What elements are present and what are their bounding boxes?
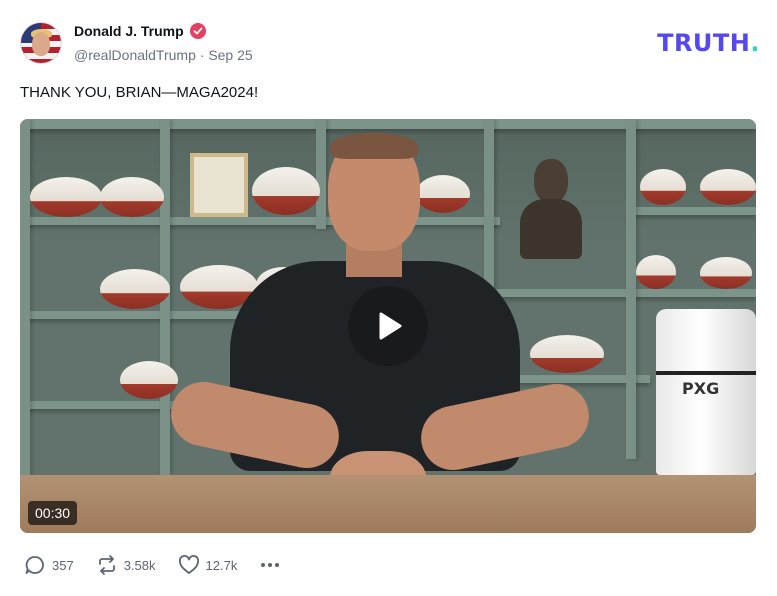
subject-hair: [330, 133, 418, 159]
author-name-row: Donald J. Trump: [74, 23, 206, 39]
reply-icon: [25, 556, 44, 574]
post-text: THANK YOU, BRIAN—MAGA2024!: [20, 84, 259, 101]
play-button[interactable]: [348, 286, 428, 366]
video-player[interactable]: PXG 00:30: [20, 119, 756, 533]
author-avatar[interactable]: [20, 22, 62, 64]
reply-count: 357: [52, 557, 74, 573]
heart-icon: [178, 555, 199, 574]
shelf-post-5: [626, 119, 636, 459]
football-1: [30, 177, 102, 217]
more-icon: [261, 563, 280, 567]
video-duration: 00:30: [28, 501, 78, 525]
golf-bag-brand: PXG: [682, 379, 720, 398]
meta-separator: ·: [199, 47, 205, 63]
shelf-post-1: [20, 119, 30, 475]
play-icon: [379, 312, 402, 340]
post-actions: 357 3.58k 12.7k: [24, 553, 281, 577]
retruth-button[interactable]: 3.58k: [96, 554, 156, 576]
avatar-face: [32, 32, 50, 56]
logo-text: TRUTH: [657, 29, 751, 57]
football-12: [636, 255, 676, 289]
football-2: [100, 177, 164, 217]
author-display-name[interactable]: Donald J. Trump: [74, 23, 184, 39]
more-options-button[interactable]: [259, 554, 281, 576]
truth-logo[interactable]: TRUTH.: [657, 29, 760, 57]
wooden-table: [20, 475, 756, 533]
post-date[interactable]: Sep 25: [208, 47, 252, 63]
golf-bag: PXG: [656, 309, 756, 475]
football-10: [640, 169, 686, 205]
football-5: [100, 269, 170, 309]
shelf-top: [20, 119, 756, 129]
author-meta: @realDonaldTrump · Sep 25: [74, 47, 253, 63]
post-header: Donald J. Trump @realDonaldTrump · Sep 2…: [20, 20, 760, 66]
retruth-icon: [98, 555, 115, 575]
golf-bag-band: [656, 371, 756, 375]
retruth-count: 3.58k: [123, 557, 156, 573]
reply-button[interactable]: 357: [24, 554, 74, 576]
football-11: [700, 169, 756, 205]
football-13: [700, 257, 752, 289]
verified-badge-icon: [189, 23, 206, 39]
shelf-row-top-right: [630, 207, 756, 215]
logo-dot: .: [750, 29, 760, 57]
like-count: 12.7k: [205, 557, 238, 573]
like-button[interactable]: 12.7k: [178, 554, 238, 576]
author-handle[interactable]: @realDonaldTrump: [74, 47, 196, 63]
